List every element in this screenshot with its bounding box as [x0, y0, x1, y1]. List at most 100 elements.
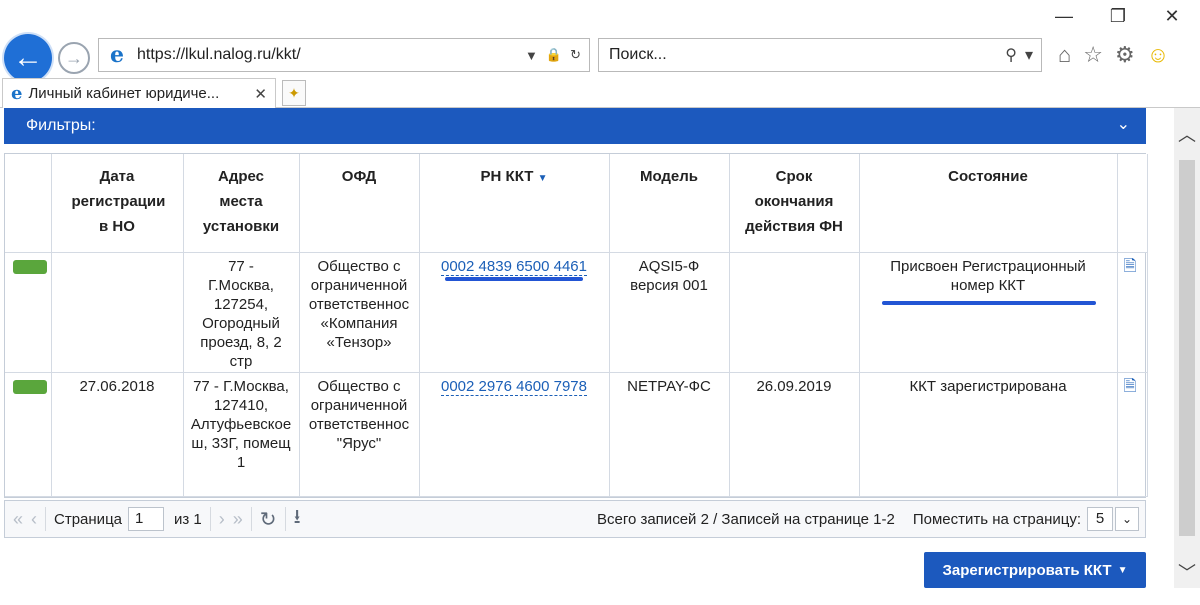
- minimize-icon[interactable]: —: [1054, 6, 1074, 26]
- divider: [45, 507, 47, 531]
- new-tab-button[interactable]: ✦: [282, 80, 306, 106]
- reg-date-cell: [51, 252, 184, 373]
- address-url[interactable]: https://lkul.nalog.ru/kkt/: [137, 46, 525, 64]
- per-page-label: Поместить на страницу:: [912, 510, 1081, 528]
- rn-link[interactable]: 0002 2976 4600 7978: [441, 377, 587, 396]
- actions-cell: 🗎: [1117, 252, 1148, 373]
- gear-icon[interactable]: ⚙: [1115, 42, 1135, 68]
- search-dropdown-icon[interactable]: ▾: [1025, 45, 1033, 65]
- rn-cell: 0002 4839 6500 4461: [419, 252, 610, 373]
- ie-logo-icon: e: [11, 83, 23, 104]
- col-address[interactable]: Адрес места установки: [183, 154, 300, 253]
- browser-toolbar: ⌂ ☆ ⚙ ☺: [1058, 42, 1169, 68]
- highlight-underline: [445, 276, 583, 281]
- tab-title: Личный кабинет юридиче...: [28, 85, 220, 102]
- col-state[interactable]: Состояние: [859, 154, 1118, 253]
- fn-term-cell: 26.09.2019: [729, 372, 860, 497]
- records-summary: Всего записей 2 / Записей на странице 1-…: [596, 510, 895, 528]
- document-view-icon[interactable]: 🗎: [1121, 378, 1139, 396]
- col-ofd[interactable]: ОФД: [299, 154, 420, 253]
- reg-date-cell: 27.06.2018: [51, 372, 184, 497]
- ofd-cell: Общество с ограниченной ответственнос "Я…: [299, 372, 420, 497]
- status-indicator: [13, 259, 47, 274]
- col-rn[interactable]: РН ККТ ▼: [419, 154, 610, 253]
- actions-cell: 🗎: [1117, 372, 1148, 497]
- page-label: Страница: [54, 510, 122, 528]
- filters-label: Фильтры:: [26, 117, 96, 134]
- sort-desc-icon[interactable]: ▼: [538, 173, 548, 184]
- filters-panel-header[interactable]: Фильтры: ⌄: [4, 108, 1146, 144]
- window-controls: — ❐ ✕: [1054, 6, 1182, 26]
- chevron-down-icon[interactable]: ⌄: [1117, 114, 1130, 134]
- tab-close-icon[interactable]: ✕: [254, 85, 267, 103]
- col-status: [5, 154, 52, 253]
- state-text: Присвоен Регистрационный номер ККТ: [890, 257, 1086, 294]
- browser-tab[interactable]: e Личный кабинет юридиче... ✕: [2, 78, 276, 108]
- rn-link[interactable]: 0002 4839 6500 4461: [441, 257, 587, 276]
- browser-nav-bar: ← → e https://lkul.nalog.ru/kkt/ ▼ 🔒 ↻ П…: [0, 30, 1200, 82]
- col-fn-term[interactable]: Срок окончания действия ФН: [729, 154, 860, 253]
- fn-term-cell: [729, 252, 860, 373]
- download-icon[interactable]: ⭳: [294, 502, 301, 536]
- col-actions: [1117, 154, 1148, 253]
- arrow-left-icon: ←: [13, 41, 43, 74]
- page-number-input[interactable]: 1: [128, 507, 164, 531]
- new-tab-icon: ✦: [288, 85, 300, 101]
- state-cell: ККТ зарегистрирована: [859, 372, 1118, 497]
- restore-icon[interactable]: ❐: [1108, 6, 1128, 26]
- back-button[interactable]: ←: [4, 34, 52, 82]
- divider: [284, 507, 286, 531]
- arrow-right-icon: →: [65, 47, 83, 68]
- search-box[interactable]: Поиск... ⚲ ▾: [598, 38, 1042, 72]
- table-row[interactable]: 77 - Г.Москва, 127254, Огородный проезд,…: [5, 252, 1148, 373]
- home-icon[interactable]: ⌂: [1058, 42, 1071, 68]
- ofd-cell: Общество с ограниченной ответственнос «К…: [299, 252, 420, 373]
- model-cell: NETPAY-ФС: [609, 372, 730, 497]
- state-cell: Присвоен Регистрационный номер ККТ: [859, 252, 1118, 373]
- smiley-icon[interactable]: ☺: [1147, 42, 1169, 68]
- caret-down-icon: ▼: [1117, 564, 1128, 576]
- scroll-down-icon[interactable]: ﹀: [1174, 558, 1200, 588]
- scroll-thumb[interactable]: [1179, 160, 1195, 536]
- tab-bar: e Личный кабинет юридиче... ✕ ✦: [0, 78, 1200, 108]
- document-view-icon[interactable]: 🗎: [1121, 258, 1139, 276]
- per-page-select[interactable]: 5: [1087, 507, 1113, 531]
- divider: [250, 507, 252, 531]
- pagination-bar: « ‹ Страница 1 из 1 › » ↻ ⭳ Всего записе…: [4, 500, 1146, 538]
- address-bar[interactable]: e https://lkul.nalog.ru/kkt/ ▼ 🔒 ↻: [98, 38, 590, 72]
- address-cell: 77 - Г.Москва, 127254, Огородный проезд,…: [183, 252, 300, 373]
- kkt-table: Дата регистрации в НО Адрес места устано…: [4, 153, 1148, 498]
- scroll-up-icon[interactable]: ︿: [1174, 120, 1200, 150]
- first-page-icon[interactable]: «: [13, 509, 23, 530]
- model-cell: AQSI5-Ф версия 001: [609, 252, 730, 373]
- refresh-icon[interactable]: ↻: [260, 507, 277, 532]
- status-cell: [5, 252, 52, 373]
- close-icon[interactable]: ✕: [1162, 6, 1182, 26]
- last-page-icon[interactable]: »: [233, 509, 243, 530]
- prev-page-icon[interactable]: ‹: [31, 509, 37, 530]
- col-rn-label: РН ККТ: [480, 168, 534, 185]
- highlight-underline: [881, 300, 1096, 305]
- status-cell: [5, 372, 52, 497]
- page-scrollbar[interactable]: ︿ ﹀: [1174, 108, 1200, 588]
- star-icon[interactable]: ☆: [1083, 42, 1103, 68]
- search-icon[interactable]: ⚲: [1005, 45, 1017, 65]
- dropdown-arrow-icon[interactable]: ▼: [525, 48, 538, 63]
- next-page-icon[interactable]: ›: [219, 509, 225, 530]
- search-input[interactable]: Поиск...: [609, 46, 1005, 64]
- refresh-icon[interactable]: ↻: [570, 47, 581, 63]
- table-row[interactable]: 27.06.2018 77 - Г.Москва, 127410, Алтуфь…: [5, 372, 1148, 497]
- col-reg-date[interactable]: Дата регистрации в НО: [51, 154, 184, 253]
- forward-button[interactable]: →: [58, 42, 90, 74]
- register-kkt-label: Зарегистрировать ККТ: [942, 561, 1112, 579]
- status-indicator: [13, 379, 47, 394]
- rn-cell: 0002 2976 4600 7978: [419, 372, 610, 497]
- col-model[interactable]: Модель: [609, 154, 730, 253]
- register-kkt-button[interactable]: Зарегистрировать ККТ ▼: [924, 552, 1146, 588]
- divider: [209, 507, 211, 531]
- address-cell: 77 - Г.Москва, 127410, Алтуфьевское ш, 3…: [183, 372, 300, 497]
- chevron-down-icon[interactable]: ⌄: [1115, 507, 1139, 531]
- page-count: из 1: [174, 510, 202, 528]
- lock-icon[interactable]: 🔒: [546, 47, 562, 63]
- ie-logo-icon: e: [110, 42, 124, 68]
